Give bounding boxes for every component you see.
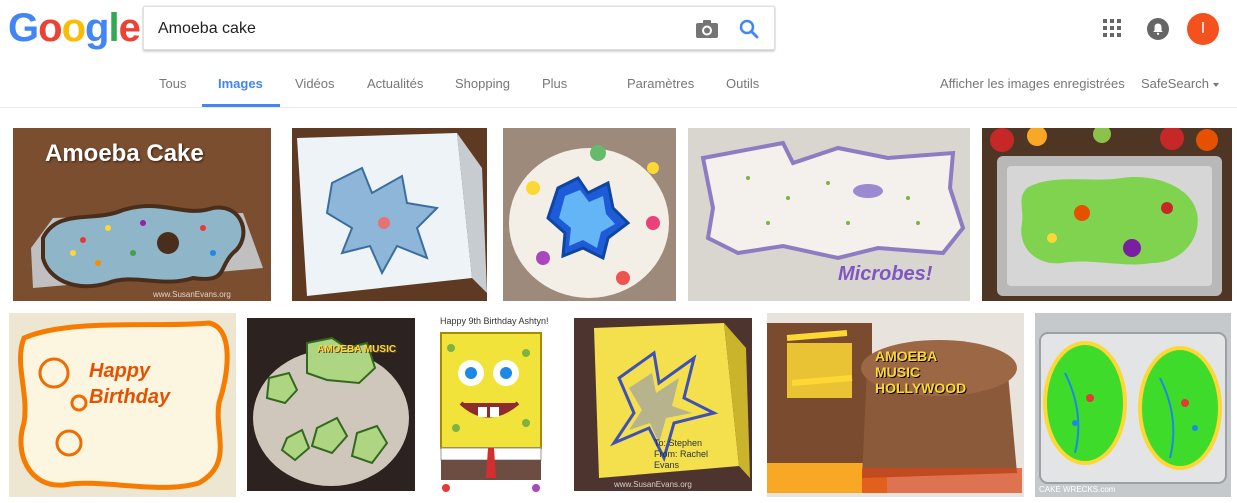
safesearch-label: SafeSearch [1141,76,1209,91]
thumb-caption: Happy 9th Birthday Ashtyn! [440,316,549,326]
logo-letter: g [85,6,109,50]
result-image-amoeba-card[interactable] [292,128,487,301]
tab-parametres[interactable]: Paramètres [627,76,694,91]
logo-letter: l [108,6,119,50]
active-tab-indicator [202,104,280,107]
safesearch-dropdown[interactable]: SafeSearch [1141,76,1219,91]
thumb-caption: Happy Birthday [89,360,171,408]
apps-grid-icon[interactable] [1101,17,1123,39]
tab-shopping[interactable]: Shopping [455,76,510,91]
result-image-amoeba-cake-labeled[interactable]: Amoeba Cake www.SusanEvans.org [13,128,271,301]
result-image-happy-birthday-amoeba-cake[interactable]: Happy Birthday [9,313,236,497]
tab-images[interactable]: Images [218,76,263,91]
caret-down-icon [1212,82,1219,87]
thumb-caption: Microbes! [838,263,933,285]
thumb-watermark: www.SusanEvans.org [614,480,692,489]
thumb-caption: AMOEBA MUSIC HOLLYWOOD [875,348,967,396]
tab-actualites[interactable]: Actualités [367,76,423,91]
thumb-caption: To: Stephen From: Rachel Evans [654,438,709,470]
thumb-watermark: www.SusanEvans.org [153,290,231,299]
result-image-microbes-cupcake-cake[interactable]: Microbes! [688,128,970,301]
tab-videos[interactable]: Vidéos [295,76,335,91]
thumb-watermark: CAKE WRECKS.com [1039,485,1116,494]
logo-letter: e [118,6,141,50]
tab-outils[interactable]: Outils [726,76,759,91]
thumb-caption: AMOEBA MUSIC [317,344,397,355]
result-image-amoeba-music-hollywood-cake[interactable]: AMOEBA MUSIC HOLLYWOOD [767,313,1024,497]
logo-letter: G [8,6,39,50]
thumb-caption: Amoeba Cake [45,140,204,167]
logo-letter: o [61,6,86,50]
result-image-green-amoeba-foil-cake[interactable] [982,128,1232,301]
search-icon[interactable] [737,17,761,41]
google-logo[interactable]: Google [8,6,141,51]
result-image-spongebob-birthday-cake[interactable]: Happy 9th Birthday Ashtyn! [426,313,557,497]
result-image-amoeba-yellow-box-cake[interactable]: To: Stephen From: Rachel Evans www.Susan… [574,318,752,491]
tab-plus[interactable]: Plus [542,76,567,91]
result-image-green-paramecium-cakes[interactable]: CAKE WRECKS.com [1035,313,1231,497]
top-bar: Google I Tous Images Vidéos Actualités S… [0,0,1237,108]
search-input[interactable] [158,18,678,40]
avatar[interactable]: I [1187,13,1219,45]
result-image-amoeba-round-cake[interactable] [503,128,676,301]
tab-tous[interactable]: Tous [159,76,186,91]
result-image-amoeba-music-cupcakes[interactable]: AMOEBA MUSIC [247,318,415,491]
search-box [143,6,775,50]
logo-letter: o [38,6,62,50]
saved-images-link[interactable]: Afficher les images enregistrées [940,76,1125,91]
camera-icon[interactable] [695,18,719,40]
bell-icon[interactable] [1146,17,1170,41]
